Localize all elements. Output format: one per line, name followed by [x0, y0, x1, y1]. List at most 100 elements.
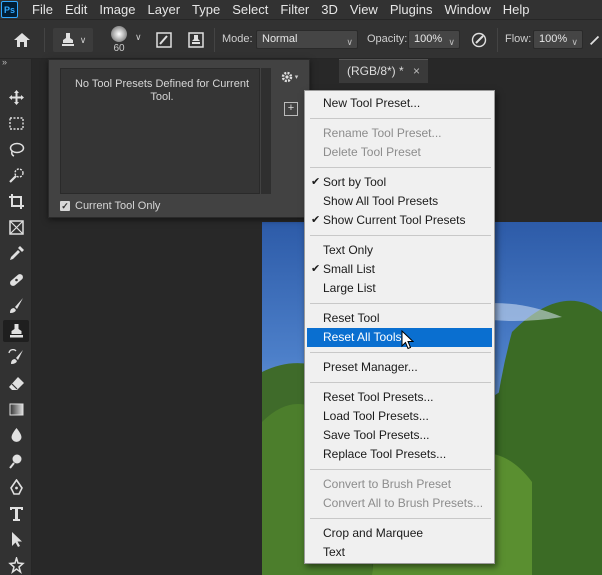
menu-item-preset-manager[interactable]: Preset Manager...	[307, 358, 492, 377]
airbrush-toggle[interactable]	[588, 30, 602, 50]
brush-icon	[9, 297, 23, 313]
menu-item-label: Small List	[323, 262, 376, 276]
menu-item-large-list[interactable]: Large List	[307, 279, 492, 298]
tool-healing-brush[interactable]	[3, 268, 29, 290]
home-icon	[14, 33, 30, 47]
panel-menu-button[interactable]: ▾	[278, 68, 300, 86]
tool-marquee[interactable]	[3, 112, 29, 134]
tool-clone-stamp[interactable]	[3, 320, 29, 342]
brush-settings-icon	[156, 32, 172, 48]
airbrush-icon	[590, 35, 600, 45]
menu-filter[interactable]: Filter	[274, 0, 315, 19]
opacity-value: 100%	[414, 33, 443, 45]
tool-gradient[interactable]	[3, 398, 29, 420]
document-tab[interactable]: (RGB/8*) * ×	[339, 59, 429, 83]
menu-3d[interactable]: 3D	[315, 0, 344, 19]
menu-item-label: Show Current Tool Presets	[323, 213, 466, 227]
menu-item-save-tool-presets[interactable]: Save Tool Presets...	[307, 426, 492, 445]
chevron-down-icon: ∨	[448, 37, 455, 47]
tool-eraser[interactable]	[3, 372, 29, 394]
menu-item-reset-tool[interactable]: Reset Tool	[307, 309, 492, 328]
opacity-label: Opacity:	[367, 33, 408, 45]
tool-brush[interactable]	[3, 294, 29, 316]
clone-source-toggle[interactable]	[186, 30, 206, 50]
menu-item-label: Delete Tool Preset	[323, 145, 421, 159]
brush-chevron-icon[interactable]: ∨	[135, 32, 142, 43]
mode-select[interactable]: Normal ∨	[256, 30, 358, 49]
tool-path-select[interactable]	[3, 528, 29, 550]
chevron-down-icon: ▾	[294, 74, 299, 81]
new-preset-button[interactable]: +	[284, 102, 298, 116]
menu-item-reset-all-tools[interactable]: Reset All Tools	[307, 328, 492, 347]
collapse-toolbar-icon[interactable]: »	[2, 57, 7, 67]
menu-item-show-current-tool-presets[interactable]: ✔ Show Current Tool Presets	[307, 211, 492, 230]
tool-crop[interactable]	[3, 190, 29, 212]
home-button[interactable]	[10, 30, 34, 50]
menu-item-label: Show All Tool Presets	[323, 194, 439, 208]
opacity-field[interactable]: 100% ∨	[408, 30, 460, 49]
menu-image[interactable]: Image	[93, 0, 141, 19]
current-tool-only-checkbox[interactable]: ✓ Current Tool Only	[60, 200, 160, 212]
menu-item-replace-tool-presets[interactable]: Replace Tool Presets...	[307, 445, 492, 464]
brush-tip-icon	[111, 26, 127, 42]
menu-item-label: Crop and Marquee	[323, 526, 424, 540]
preset-list-scrollbar[interactable]	[261, 68, 271, 194]
menu-edit[interactable]: Edit	[59, 0, 93, 19]
brush-preset-picker[interactable]: 60	[104, 24, 134, 56]
tool-shape[interactable]	[3, 554, 29, 575]
menu-item-text-only[interactable]: Text Only	[307, 241, 492, 260]
tool-dodge[interactable]	[3, 450, 29, 472]
eraser-icon	[8, 376, 24, 390]
menu-item-sort-by-tool[interactable]: ✔ Sort by Tool	[307, 173, 492, 192]
pen-icon	[9, 478, 23, 495]
menu-item-label: Sort by Tool	[323, 175, 387, 189]
menu-item-label: Reset All Tools	[323, 330, 402, 344]
menu-plugins[interactable]: Plugins	[384, 0, 439, 19]
menu-separator	[310, 352, 491, 353]
menu-item-label: Preset Manager...	[323, 360, 418, 374]
menu-item-small-list[interactable]: ✔ Small List	[307, 260, 492, 279]
menu-view[interactable]: View	[344, 0, 384, 19]
menu-item-label: Text	[323, 545, 346, 559]
menu-bar: Ps File Edit Image Layer Type Select Fil…	[0, 0, 602, 19]
close-tab-icon[interactable]: ×	[413, 64, 420, 78]
tool-move[interactable]	[3, 86, 29, 108]
flow-field[interactable]: 100% ∨	[533, 30, 583, 49]
menu-layer[interactable]: Layer	[142, 0, 187, 19]
menu-item-text[interactable]: Text	[307, 543, 492, 562]
empty-presets-message: No Tool Presets Defined for Current Tool…	[74, 78, 250, 103]
menu-separator	[310, 518, 491, 519]
menu-type[interactable]: Type	[186, 0, 226, 19]
tool-eyedropper[interactable]	[3, 242, 29, 264]
eyedropper-icon	[9, 245, 24, 260]
menu-separator	[310, 469, 491, 470]
menu-help[interactable]: Help	[497, 0, 536, 19]
tool-frame[interactable]	[3, 216, 29, 238]
tool-lasso[interactable]	[3, 138, 29, 160]
pressure-opacity-toggle[interactable]	[468, 30, 490, 50]
quick-select-icon	[8, 167, 24, 183]
menu-select[interactable]: Select	[226, 0, 274, 19]
tool-blur[interactable]	[3, 424, 29, 446]
gradient-icon	[9, 403, 23, 415]
tool-quick-select[interactable]	[3, 164, 29, 186]
menu-item-load-tool-presets[interactable]: Load Tool Presets...	[307, 407, 492, 426]
menu-window[interactable]: Window	[438, 0, 496, 19]
menu-separator	[310, 167, 491, 168]
tool-type[interactable]	[3, 502, 29, 524]
menu-item-label: Large List	[323, 281, 376, 295]
menu-item-show-all-tool-presets[interactable]: Show All Tool Presets	[307, 192, 492, 211]
tool-pen[interactable]	[3, 476, 29, 498]
menu-item-new-tool-preset[interactable]: New Tool Preset...	[307, 94, 492, 113]
checkmark-icon: ✔	[311, 263, 321, 275]
brush-size-value: 60	[113, 43, 125, 54]
menu-item-convert-all-to-brush-presets: Convert All to Brush Presets...	[307, 494, 492, 513]
menu-item-reset-tool-presets[interactable]: Reset Tool Presets...	[307, 388, 492, 407]
tool-history-brush[interactable]	[3, 346, 29, 368]
menu-item-crop-and-marquee[interactable]: Crop and Marquee	[307, 524, 492, 543]
preset-list[interactable]: No Tool Presets Defined for Current Tool…	[60, 68, 260, 194]
menu-item-label: New Tool Preset...	[323, 96, 421, 110]
menu-file[interactable]: File	[26, 0, 59, 19]
brush-settings-toggle[interactable]	[154, 30, 174, 50]
tool-preset-picker[interactable]: ∨	[53, 28, 93, 52]
